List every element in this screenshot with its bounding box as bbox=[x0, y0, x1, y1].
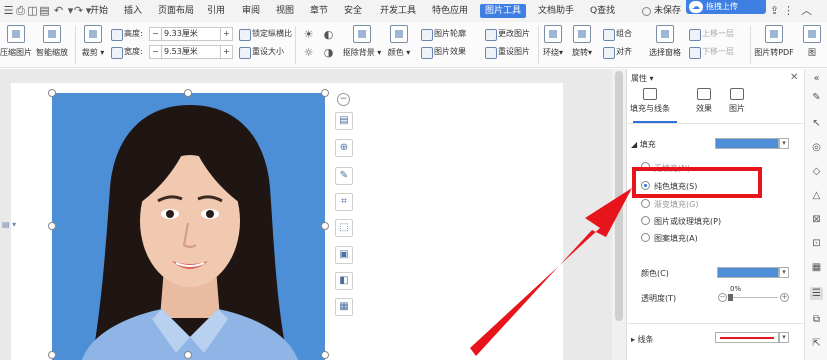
annotation-arrow bbox=[470, 188, 632, 356]
